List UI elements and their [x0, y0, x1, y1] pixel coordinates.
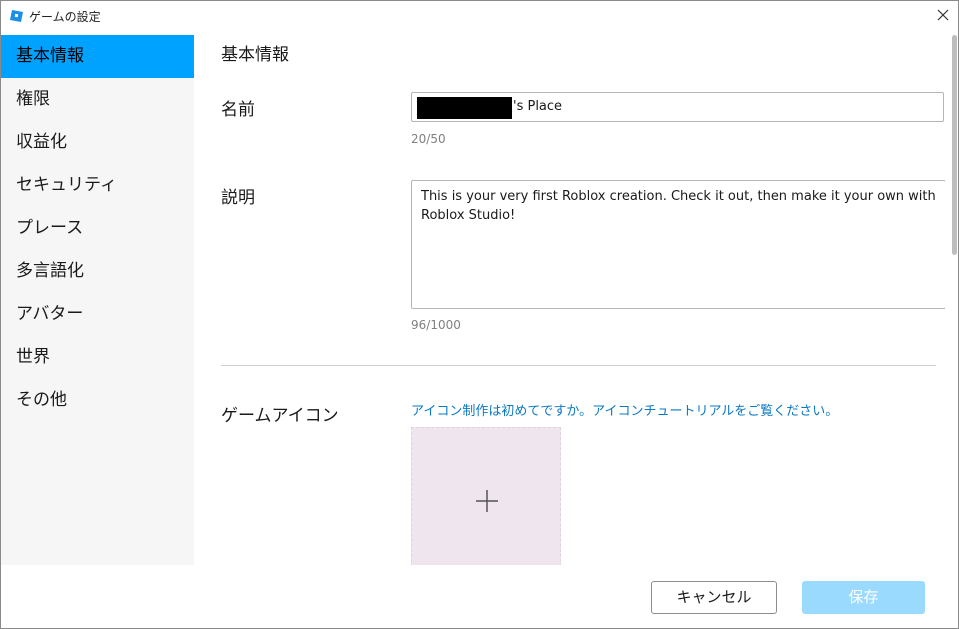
- roblox-studio-icon: [10, 10, 23, 22]
- close-button[interactable]: [928, 1, 958, 31]
- game-icon-upload[interactable]: [411, 427, 561, 565]
- dialog-footer: キャンセル 保存: [1, 565, 958, 628]
- sidebar-item-world[interactable]: 世界: [1, 336, 194, 379]
- settings-content: 基本情報 名前 's Place 20/50 説明 This is your v…: [195, 31, 945, 565]
- game-icon-label: ゲームアイコン: [221, 406, 339, 426]
- sidebar-item-other[interactable]: その他: [1, 379, 194, 422]
- window-title: ゲームの設定: [29, 10, 101, 24]
- vertical-scrollbar[interactable]: [949, 31, 958, 565]
- sidebar-item-permissions[interactable]: 権限: [1, 78, 194, 121]
- description-char-counter: 96/1000: [411, 318, 461, 332]
- section-title: 基本情報: [221, 45, 289, 65]
- section-divider: [221, 365, 936, 366]
- name-char-counter: 20/50: [411, 132, 446, 146]
- plus-icon: [476, 490, 498, 512]
- name-input-value: 's Place: [513, 99, 563, 114]
- icon-tutorial-link[interactable]: アイコン制作は初めてですか。アイコンチュートリアルをご覧ください。: [411, 400, 838, 419]
- description-label: 説明: [221, 188, 255, 208]
- game-settings-window: ゲームの設定 基本情報 権限 収益化 セキュリティ プレース 多言語化 アバター…: [0, 0, 959, 629]
- settings-sidebar: 基本情報 権限 収益化 セキュリティ プレース 多言語化 アバター 世界 その他: [1, 35, 194, 565]
- cancel-button[interactable]: キャンセル: [651, 581, 777, 614]
- redacted-text: [417, 97, 512, 119]
- name-label: 名前: [221, 100, 255, 120]
- sidebar-item-places[interactable]: プレース: [1, 207, 194, 250]
- scrollbar-thumb[interactable]: [952, 35, 957, 255]
- close-icon: [937, 9, 949, 21]
- sidebar-item-security[interactable]: セキュリティ: [1, 164, 194, 207]
- sidebar-item-monetization[interactable]: 収益化: [1, 121, 194, 164]
- sidebar-item-avatar[interactable]: アバター: [1, 293, 194, 336]
- name-input[interactable]: 's Place: [411, 92, 944, 122]
- sidebar-item-basic-info[interactable]: 基本情報: [1, 35, 194, 78]
- save-button[interactable]: 保存: [802, 581, 925, 614]
- description-textarea[interactable]: This is your very first Roblox creation.…: [411, 180, 945, 309]
- sidebar-item-localization[interactable]: 多言語化: [1, 250, 194, 293]
- title-bar: ゲームの設定: [1, 1, 958, 31]
